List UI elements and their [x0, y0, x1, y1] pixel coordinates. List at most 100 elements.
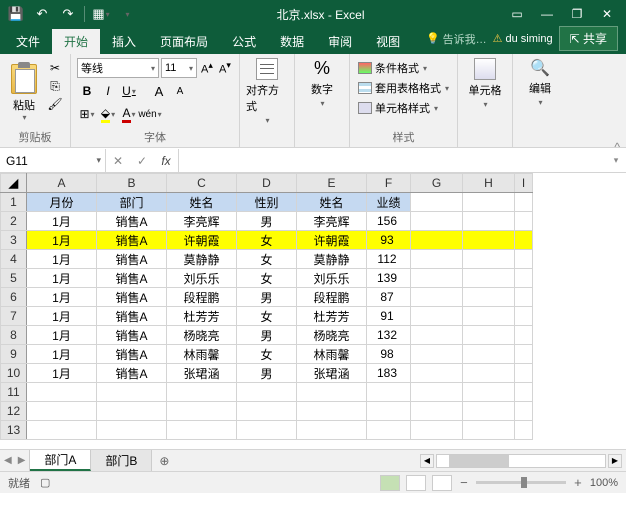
cell[interactable]: [27, 421, 97, 440]
cell[interactable]: [515, 326, 533, 345]
cell[interactable]: 1月: [27, 250, 97, 269]
sheet-tab[interactable]: 部门A: [30, 450, 91, 471]
cell[interactable]: 156: [367, 212, 411, 231]
cell[interactable]: 业绩: [367, 193, 411, 212]
share-button[interactable]: ⇱ 共享: [559, 26, 618, 51]
cell[interactable]: 李亮辉: [297, 212, 367, 231]
cell[interactable]: 93: [367, 231, 411, 250]
ribbon-options-icon[interactable]: ▭: [502, 3, 532, 25]
cancel-formula-icon[interactable]: ✕: [106, 149, 130, 173]
page-layout-view-icon[interactable]: [406, 475, 426, 491]
cell[interactable]: 林雨馨: [297, 345, 367, 364]
shrink-font-icon[interactable]: A▾: [217, 60, 233, 76]
cell[interactable]: [411, 231, 463, 250]
cell[interactable]: 销售A: [97, 250, 167, 269]
redo-icon[interactable]: ↷: [56, 3, 80, 25]
worksheet-grid[interactable]: ◢ABCDEFGHI1月份部门姓名性别姓名业绩21月销售A李亮辉男李亮辉1563…: [0, 173, 626, 449]
bold-button[interactable]: B: [77, 81, 97, 101]
cell[interactable]: [515, 269, 533, 288]
cell[interactable]: 杨晓亮: [167, 326, 237, 345]
cell[interactable]: 女: [237, 231, 297, 250]
cell[interactable]: [411, 345, 463, 364]
tell-me[interactable]: 💡 告诉我…: [426, 31, 487, 47]
cell[interactable]: [463, 383, 515, 402]
qat-dropdown-icon[interactable]: ▾: [115, 3, 139, 25]
cell[interactable]: 月份: [27, 193, 97, 212]
row-header[interactable]: 10: [1, 364, 27, 383]
cell[interactable]: 杜芳芳: [297, 307, 367, 326]
cell[interactable]: 刘乐乐: [167, 269, 237, 288]
cell[interactable]: [297, 421, 367, 440]
cell[interactable]: [463, 231, 515, 250]
cell[interactable]: 姓名: [297, 193, 367, 212]
horizontal-scrollbar[interactable]: [436, 454, 606, 468]
cell[interactable]: 部门: [97, 193, 167, 212]
cell[interactable]: [411, 421, 463, 440]
col-header[interactable]: F: [367, 174, 411, 193]
cell[interactable]: [463, 269, 515, 288]
row-header[interactable]: 6: [1, 288, 27, 307]
editing-button[interactable]: 🔍 编辑 ▾: [519, 58, 561, 107]
col-header[interactable]: B: [97, 174, 167, 193]
cell[interactable]: [27, 383, 97, 402]
cell[interactable]: [411, 269, 463, 288]
cell[interactable]: [411, 307, 463, 326]
cell[interactable]: 132: [367, 326, 411, 345]
cell[interactable]: [463, 345, 515, 364]
cell[interactable]: 张珺涵: [167, 364, 237, 383]
scrollbar-thumb[interactable]: [449, 455, 509, 467]
cell[interactable]: [411, 212, 463, 231]
zoom-out-icon[interactable]: −: [458, 475, 470, 490]
row-header[interactable]: 12: [1, 402, 27, 421]
cell[interactable]: [515, 364, 533, 383]
tab-formulas[interactable]: 公式: [220, 29, 268, 54]
cell[interactable]: [515, 307, 533, 326]
col-header[interactable]: A: [27, 174, 97, 193]
cells-button[interactable]: 单元格 ▾: [464, 58, 506, 109]
cell[interactable]: 女: [237, 345, 297, 364]
tab-review[interactable]: 审阅: [316, 29, 364, 54]
cell[interactable]: [515, 250, 533, 269]
cell[interactable]: [411, 193, 463, 212]
cell[interactable]: 1月: [27, 364, 97, 383]
cell[interactable]: 139: [367, 269, 411, 288]
cell[interactable]: [411, 288, 463, 307]
sheet-nav[interactable]: ◀ ▶: [0, 450, 30, 471]
cell[interactable]: 销售A: [97, 212, 167, 231]
cell[interactable]: [297, 402, 367, 421]
name-box-input[interactable]: [6, 154, 76, 168]
cell[interactable]: [411, 250, 463, 269]
tab-home[interactable]: 开始: [52, 29, 100, 54]
normal-view-icon[interactable]: [380, 475, 400, 491]
row-header[interactable]: 11: [1, 383, 27, 402]
cell[interactable]: 1月: [27, 288, 97, 307]
sheet-prev-icon[interactable]: ◀: [4, 455, 12, 466]
tab-data[interactable]: 数据: [268, 29, 316, 54]
number-button[interactable]: % 数字 ▾: [301, 58, 343, 108]
undo-icon[interactable]: ↶: [30, 3, 54, 25]
cell[interactable]: [97, 402, 167, 421]
name-box[interactable]: ▾: [0, 149, 106, 172]
cell[interactable]: [167, 402, 237, 421]
minimize-icon[interactable]: —: [532, 3, 562, 25]
cell[interactable]: [515, 288, 533, 307]
cell[interactable]: 段程鹏: [167, 288, 237, 307]
format-painter-icon[interactable]: 🖌: [46, 96, 64, 112]
cell[interactable]: 性别: [237, 193, 297, 212]
cell[interactable]: 销售A: [97, 269, 167, 288]
cell[interactable]: [97, 421, 167, 440]
cell[interactable]: 林雨馨: [167, 345, 237, 364]
col-header[interactable]: I: [515, 174, 533, 193]
cell[interactable]: 李亮辉: [167, 212, 237, 231]
enter-formula-icon[interactable]: ✓: [130, 149, 154, 173]
cell[interactable]: [515, 383, 533, 402]
qat-extra-icon[interactable]: ▦▾: [89, 3, 113, 25]
cell[interactable]: 女: [237, 250, 297, 269]
restore-icon[interactable]: ❐: [562, 3, 592, 25]
hscroll-left-icon[interactable]: ◀: [420, 454, 434, 468]
select-all-corner[interactable]: ◢: [1, 174, 27, 193]
user-account[interactable]: ⚠ du siming: [493, 32, 553, 45]
row-header[interactable]: 4: [1, 250, 27, 269]
alignment-button[interactable]: 对齐方式 ▾: [246, 58, 288, 125]
cell[interactable]: [463, 326, 515, 345]
